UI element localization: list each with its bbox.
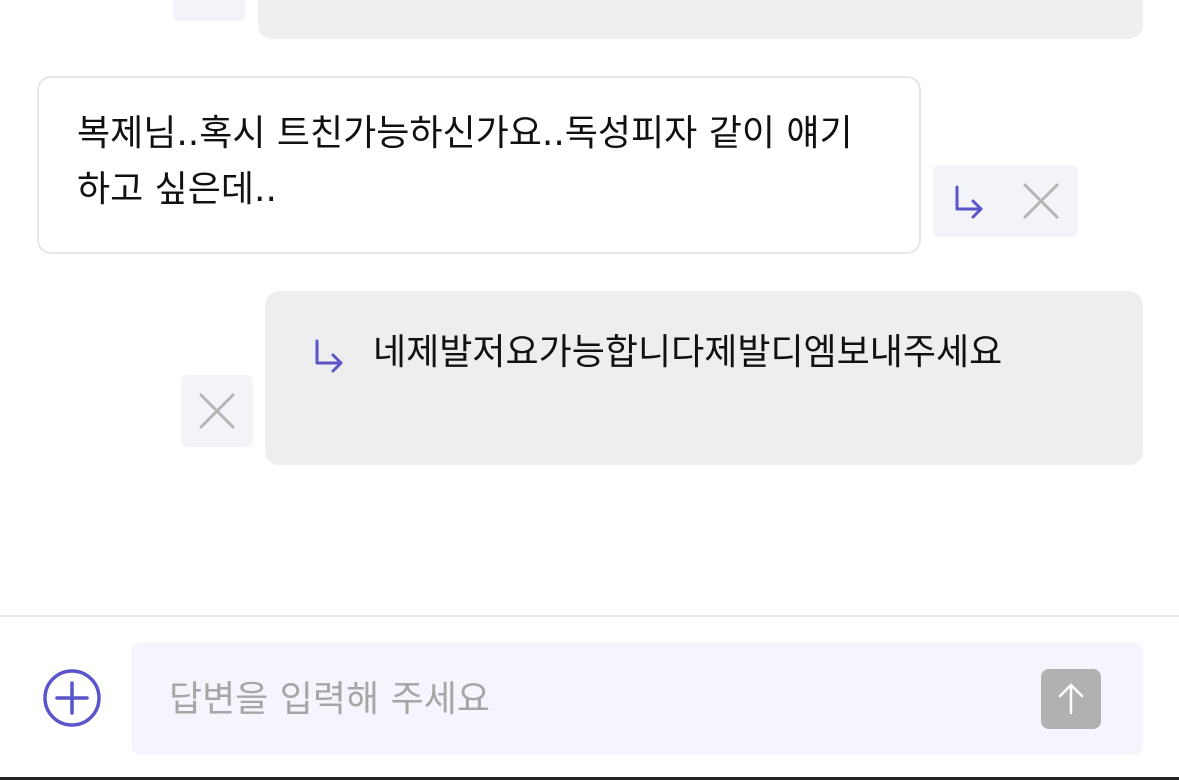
incoming-message-bubble: 복제님..혹시 트친가능하신가요..독성피자 같이 얘기하고 싶은데.. — [37, 76, 921, 254]
previous-message-bubble — [258, 0, 1143, 39]
outgoing-reply-text: 네제발저요가능합니다제발디엠보내주세요 — [373, 332, 1003, 373]
add-attachment-button[interactable] — [42, 668, 102, 728]
incoming-message-text: 복제님..혹시 트친가능하신가요..독성피자 같이 얘기하고 싶은데.. — [77, 113, 853, 210]
previous-message-action[interactable] — [173, 0, 245, 21]
reply-arrow-icon — [315, 339, 343, 373]
close-icon — [1023, 183, 1059, 219]
delete-button[interactable] — [1005, 165, 1077, 237]
close-icon — [199, 393, 235, 429]
arrow-up-icon — [1058, 683, 1084, 715]
delete-reply-button[interactable] — [181, 375, 253, 447]
reply-input[interactable] — [167, 670, 1031, 728]
outgoing-reply-bubble: 네제발저요가능합니다제발디엠보내주세요 — [265, 291, 1143, 465]
reply-arrow-icon — [955, 185, 983, 219]
incoming-message-actions — [933, 165, 1078, 237]
plus-circle-icon — [43, 669, 101, 727]
chat-thread: 복제님..혹시 트친가능하신가요..독성피자 같이 얘기하고 싶은데.. 네제발… — [0, 0, 1179, 615]
message-composer — [0, 617, 1179, 777]
reply-input-container — [131, 642, 1143, 755]
reply-button[interactable] — [933, 165, 1005, 237]
previous-message-text-fragment — [380, 0, 610, 2]
send-button[interactable] — [1041, 669, 1101, 729]
